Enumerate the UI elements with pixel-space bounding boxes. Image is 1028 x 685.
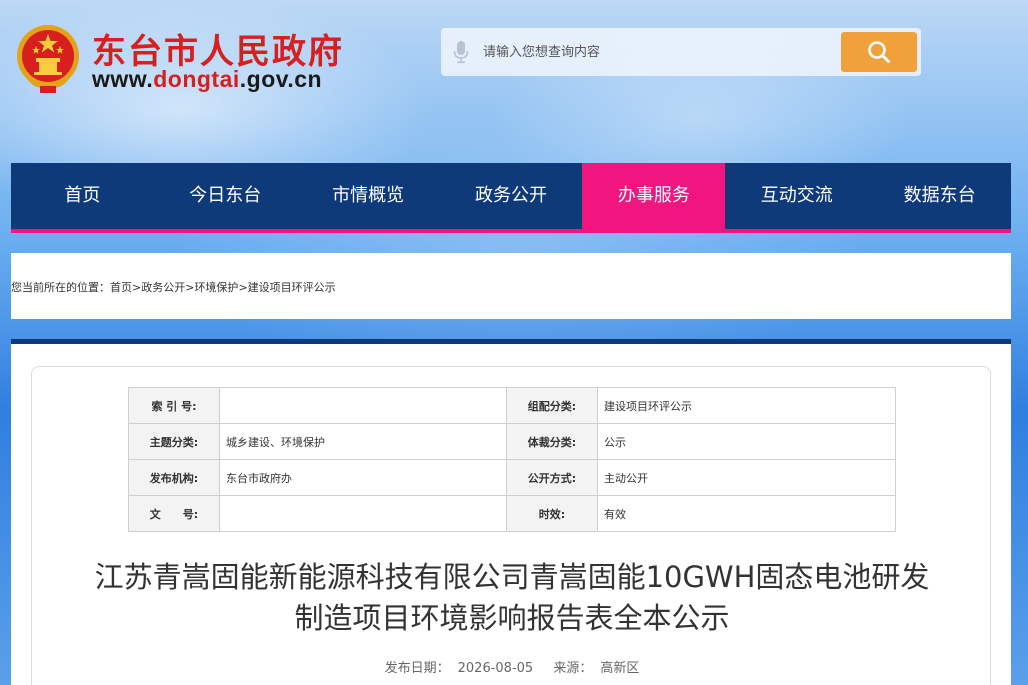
nav-item-interaction[interactable]: 互动交流 — [725, 163, 868, 229]
nav-item-data-dongtai[interactable]: 数据东台 — [868, 163, 1011, 229]
breadcrumb-current[interactable]: 建设项目环评公示 — [248, 281, 336, 294]
table-row: 主题分类: 城乡建设、环境保护 体裁分类: 公示 — [128, 423, 896, 460]
publisher-label: 发布机构: — [128, 459, 220, 496]
meta-table: 索 引 号: 组配分类: 建设项目环评公示 主题分类: 城乡建设、环境保护 体裁… — [128, 387, 896, 532]
nav-underline — [11, 229, 1011, 233]
publish-date-value: 2026-08-05 — [457, 661, 534, 676]
breadcrumb-gov-affairs[interactable]: 政务公开 — [141, 281, 185, 294]
article-title-line-1: 江苏青嵩固能新能源科技有限公司青嵩固能10GWH固态电池研发 — [94, 560, 930, 594]
nav-item-gov-affairs[interactable]: 政务公开 — [440, 163, 583, 229]
breadcrumb-home[interactable]: 首页 — [110, 281, 132, 294]
content-area: 索 引 号: 组配分类: 建设项目环评公示 主题分类: 城乡建设、环境保护 体裁… — [11, 344, 1011, 685]
search-icon — [868, 41, 890, 63]
genre-value: 公示 — [597, 423, 896, 460]
site-header: 东台市人民政府 www.dongtai.gov.cn — [0, 0, 1028, 160]
doc-no-value — [219, 495, 507, 532]
nav-item-home[interactable]: 首页 — [11, 163, 154, 229]
nav-item-today-dongtai[interactable]: 今日东台 — [154, 163, 297, 229]
nav-item-services[interactable]: 办事服务 — [582, 163, 726, 229]
category-value: 建设项目环评公示 — [597, 387, 896, 424]
nav-item-city-overview[interactable]: 市情概览 — [297, 163, 440, 229]
breadcrumb-bar: 您当前所在的位置：首页>政务公开>环境保护>建设项目环评公示 — [11, 253, 1011, 319]
site-url: www.dongtai.gov.cn — [92, 66, 322, 93]
publish-date: 发布日期： 2026-08-05 — [381, 661, 538, 676]
open-mode-label: 公开方式: — [506, 459, 598, 496]
table-row: 索 引 号: 组配分类: 建设项目环评公示 — [128, 387, 896, 424]
breadcrumb-environment[interactable]: 环境保护 — [194, 281, 238, 294]
category-label: 组配分类: — [506, 387, 598, 424]
article-card: 索 引 号: 组配分类: 建设项目环评公示 主题分类: 城乡建设、环境保护 体裁… — [31, 366, 991, 685]
breadcrumb-prefix: 您当前所在的位置： — [11, 281, 110, 294]
source-value: 高新区 — [600, 661, 640, 676]
site-url-accent: dongtai — [153, 66, 240, 92]
open-mode-value: 主动公开 — [597, 459, 896, 496]
site-url-suffix: .gov.cn — [239, 66, 323, 92]
doc-no-label: 文 号: — [128, 495, 220, 532]
search-box — [441, 28, 921, 76]
topic-label: 主题分类: — [128, 423, 220, 460]
main-nav: 首页 今日东台 市情概览 政务公开 办事服务 互动交流 数据东台 — [11, 163, 1011, 229]
index-no-value — [219, 387, 507, 424]
microphone-icon[interactable] — [453, 40, 469, 64]
table-row: 文 号: 时效: 有效 — [128, 495, 896, 532]
article-title-line-2: 制造项目环境影响报告表全本公示 — [294, 601, 730, 635]
validity-label: 时效: — [506, 495, 598, 532]
breadcrumb-separator: > — [132, 281, 142, 294]
validity-value: 有效 — [597, 495, 896, 532]
breadcrumb: 您当前所在的位置：首页>政务公开>环境保护>建设项目环评公示 — [11, 279, 336, 295]
table-row: 发布机构: 东台市政府办 公开方式: 主动公开 — [128, 459, 896, 496]
search-button[interactable] — [841, 32, 917, 72]
breadcrumb-separator: > — [238, 281, 248, 294]
publish-date-label: 发布日期： — [384, 661, 450, 676]
article-source: 来源： 高新区 — [549, 661, 643, 676]
article-title: 江苏青嵩固能新能源科技有限公司青嵩固能10GWH固态电池研发 制造项目环境影响报… — [32, 557, 992, 639]
publisher-value: 东台市政府办 — [219, 459, 507, 496]
national-emblem-icon — [17, 25, 79, 93]
topic-value: 城乡建设、环境保护 — [219, 423, 507, 460]
source-label: 来源： — [553, 661, 593, 676]
index-no-label: 索 引 号: — [128, 387, 220, 424]
search-input[interactable] — [483, 36, 863, 68]
publish-info: 发布日期： 2026-08-05 来源： 高新区 — [32, 657, 992, 676]
site-url-prefix: www. — [92, 66, 154, 92]
genre-label: 体裁分类: — [506, 423, 598, 460]
